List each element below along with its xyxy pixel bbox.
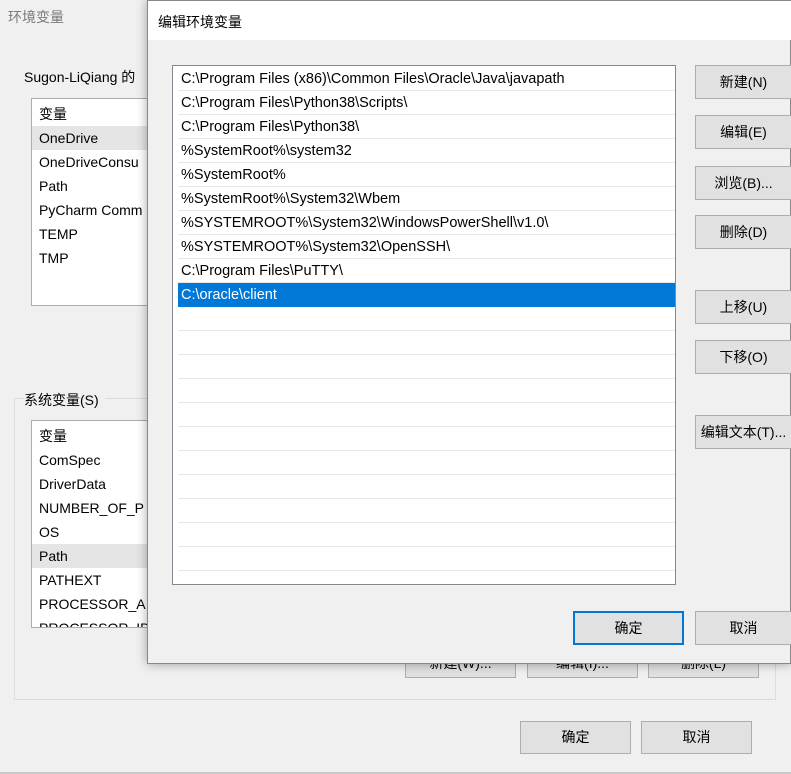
system-variable-row[interactable]: Path <box>32 544 148 568</box>
path-row[interactable]: %SystemRoot%\system32 <box>178 139 675 163</box>
column-header-variable[interactable]: 变量 <box>32 424 148 448</box>
column-header-variable[interactable]: 变量 <box>32 102 148 126</box>
window-cancel-button[interactable]: 取消 <box>641 721 752 754</box>
window-title: 环境变量 <box>8 9 64 25</box>
path-row[interactable]: C:\Program Files (x86)\Common Files\Orac… <box>178 67 675 91</box>
system-variables-label: 系统变量(S) <box>24 390 105 410</box>
browse-button[interactable]: 浏览(B)... <box>695 166 791 200</box>
path-list[interactable]: C:\Program Files (x86)\Common Files\Orac… <box>172 65 676 585</box>
user-variables-label: Sugon-LiQiang 的 <box>24 69 136 85</box>
delete-button[interactable]: 删除(D) <box>695 215 791 249</box>
empty-path-row[interactable] <box>178 451 675 475</box>
empty-path-row[interactable] <box>178 307 675 331</box>
empty-path-row[interactable] <box>178 427 675 451</box>
path-row[interactable]: %SYSTEMROOT%\System32\WindowsPowerShell\… <box>178 211 675 235</box>
system-variable-row[interactable]: DriverData <box>32 472 148 496</box>
move-down-button[interactable]: 下移(O) <box>695 340 791 374</box>
dialog-title: 编辑环境变量 <box>158 14 242 30</box>
cancel-button[interactable]: 取消 <box>695 611 791 645</box>
empty-path-row[interactable] <box>178 499 675 523</box>
empty-path-row[interactable] <box>178 331 675 355</box>
empty-path-row[interactable] <box>178 523 675 547</box>
new-button[interactable]: 新建(N) <box>695 65 791 99</box>
system-variable-row[interactable]: PATHEXT <box>32 568 148 592</box>
system-variables-list[interactable]: 变量 ComSpec DriverData NUMBER_OF_P OS Path PAT… <box>31 420 149 628</box>
edit-text-button[interactable]: 编辑文本(T)... <box>695 415 791 449</box>
dialog-titlebar[interactable]: 编辑环境变量 <box>148 1 791 40</box>
path-row[interactable]: C:\Program Files\Python38\Scripts\ <box>178 91 675 115</box>
empty-path-row[interactable] <box>178 355 675 379</box>
path-row[interactable]: C:\oracle\client <box>178 283 675 307</box>
system-variable-row[interactable]: NUMBER_OF_P <box>32 496 148 520</box>
window-ok-button[interactable]: 确定 <box>520 721 631 754</box>
user-variable-row[interactable]: OneDriveConsu <box>32 150 148 174</box>
empty-path-row[interactable] <box>178 475 675 499</box>
system-variable-row[interactable]: OS <box>32 520 148 544</box>
system-variable-row[interactable]: ComSpec <box>32 448 148 472</box>
path-row[interactable]: %SYSTEMROOT%\System32\OpenSSH\ <box>178 235 675 259</box>
user-variable-row[interactable]: OneDrive <box>32 126 148 150</box>
system-variable-row[interactable]: PROCESSOR_A <box>32 592 148 616</box>
move-up-button[interactable]: 上移(U) <box>695 290 791 324</box>
path-row[interactable]: %SystemRoot% <box>178 163 675 187</box>
user-variable-row[interactable]: PyCharm Comm <box>32 198 148 222</box>
edit-button[interactable]: 编辑(E) <box>695 115 791 149</box>
path-row[interactable]: C:\Program Files\Python38\ <box>178 115 675 139</box>
path-row[interactable]: %SystemRoot%\System32\Wbem <box>178 187 675 211</box>
user-variable-row[interactable]: Path <box>32 174 148 198</box>
user-variable-row[interactable]: TMP <box>32 246 148 270</box>
system-variable-row[interactable]: PROCESSOR_ID <box>32 616 148 627</box>
path-row[interactable]: C:\Program Files\PuTTY\ <box>178 259 675 283</box>
user-variable-row[interactable]: TEMP <box>32 222 148 246</box>
empty-path-row[interactable] <box>178 547 675 571</box>
edit-environment-variable-dialog: 编辑环境变量 C:\Program Files (x86)\Common Fil… <box>147 0 791 664</box>
empty-path-row[interactable] <box>178 379 675 403</box>
ok-button[interactable]: 确定 <box>573 611 684 645</box>
empty-path-row[interactable] <box>178 403 675 427</box>
user-variables-list[interactable]: 变量 OneDrive OneDriveConsu Path PyCharm Comm… <box>31 98 149 306</box>
